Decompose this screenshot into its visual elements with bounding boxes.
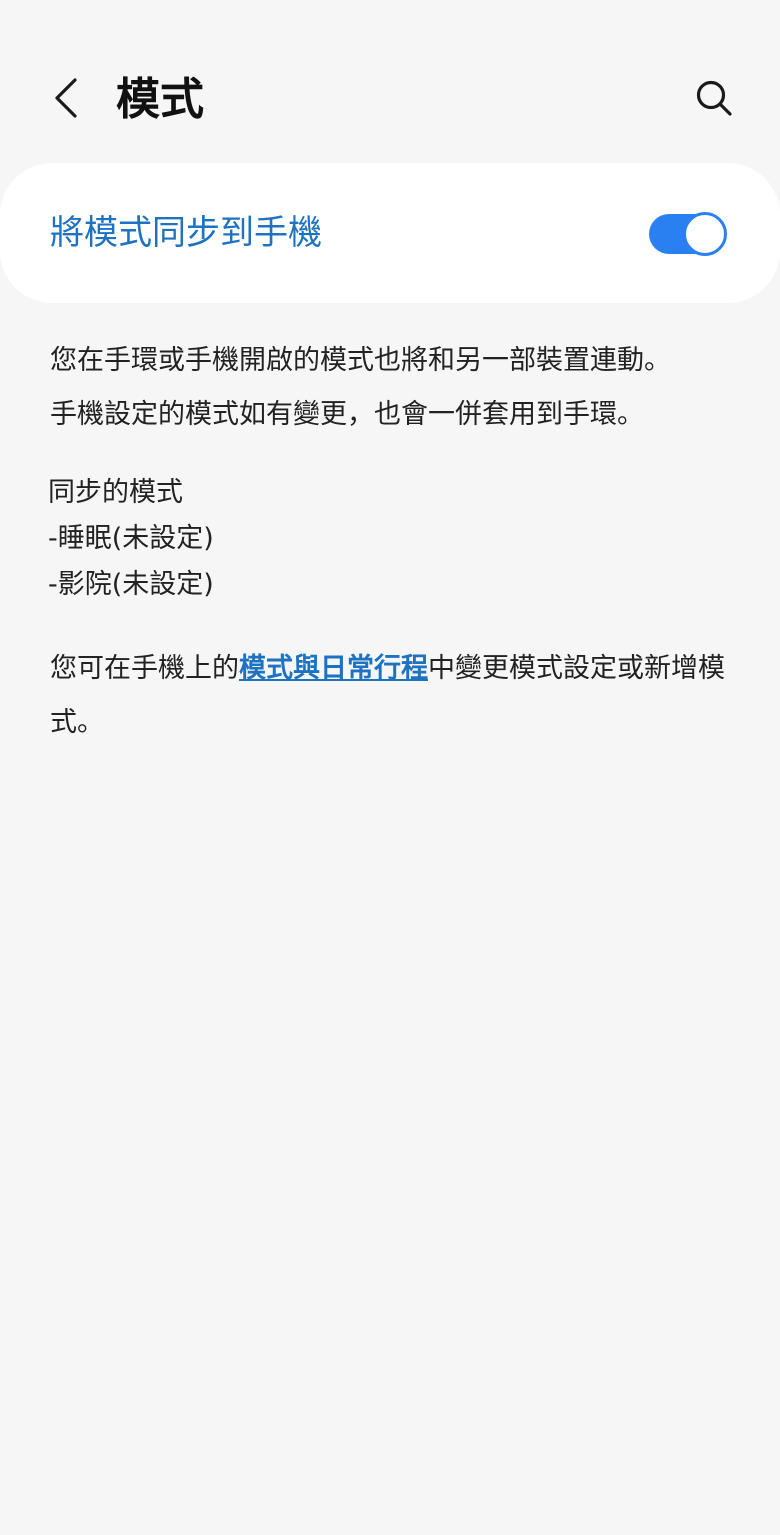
mode-item-sleep: -睡眠(未設定) [48,523,214,554]
description-line-2: 手機設定的模式如有變更，也會一併套用到手環。 [50,399,644,430]
footer-text: 您可在手機上的模式與日常行程中變更模式設定或新增模式。 [50,642,740,750]
footer-prefix: 您可在手機上的 [50,653,239,684]
search-button[interactable] [688,72,740,124]
sync-description: 您在手環或手機開啟的模式也將和另一部裝置連動。 手機設定的模式如有變更，也會一併… [50,334,740,442]
page-title: 模式 [116,74,204,125]
synced-modes: 同步的模式 -睡眠(未設定) -影院(未設定) [48,470,738,608]
back-button[interactable] [40,72,92,124]
description-line-1: 您在手環或手機開啟的模式也將和另一部裝置連動。 [50,345,671,376]
modes-routines-link[interactable]: 模式與日常行程 [239,653,428,684]
sync-toggle[interactable] [649,212,727,256]
sync-label: 將模式同步到手機 [50,213,322,253]
mode-item-cinema: -影院(未設定) [48,569,214,600]
toggle-knob [683,212,727,256]
chevron-left-icon [55,78,77,118]
search-icon [696,80,732,116]
modes-heading: 同步的模式 [48,477,183,508]
